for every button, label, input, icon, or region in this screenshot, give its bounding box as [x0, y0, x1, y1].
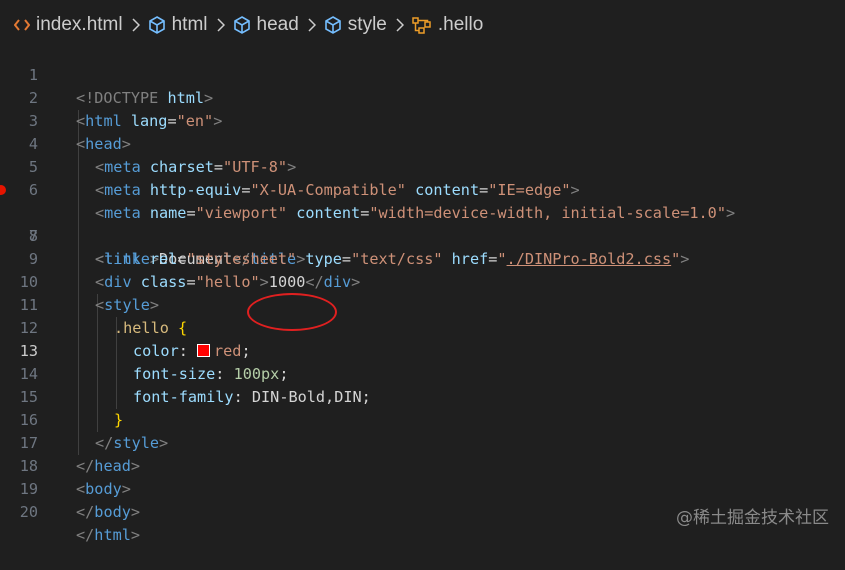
breakpoint-icon[interactable]: [0, 185, 6, 195]
breadcrumb-label: index.html: [36, 14, 123, 35]
code-line[interactable]: 11 .hello {: [0, 271, 845, 337]
code-line-active[interactable]: 13 font-size: 100px;: [0, 317, 845, 383]
code-line[interactable]: 18 <body>: [0, 432, 845, 498]
breadcrumb-label: head: [256, 14, 299, 35]
code-token: >: [130, 526, 141, 544]
code-line[interactable]: 20 </html>: [0, 478, 845, 544]
breadcrumb-item-head[interactable]: head: [233, 14, 299, 36]
code-token: </: [76, 503, 95, 521]
code-line[interactable]: 15 }: [0, 363, 845, 429]
html-file-icon: [14, 18, 30, 32]
code-line[interactable]: 17 </head>: [0, 409, 845, 475]
code-line[interactable]: 8 <link rel="stylesheet" type="text/css"…: [0, 202, 845, 268]
code-line[interactable]: 12 color: red;: [0, 294, 845, 360]
code-line[interactable]: 16 </style>: [0, 386, 845, 452]
element-cube-icon: [233, 16, 251, 34]
breadcrumb-label: html: [171, 14, 208, 35]
line-number: 20: [19, 503, 38, 521]
code-token: </: [76, 526, 95, 544]
code-line[interactable]: 3 <head>: [0, 87, 845, 153]
code-line[interactable]: 9 <div class="hello">1000</div>: [0, 225, 845, 291]
breadcrumb-item-html[interactable]: html: [148, 14, 208, 36]
code-line[interactable]: 2 <html lang="en">: [0, 64, 845, 130]
code-line[interactable]: 6 <meta name="viewport" content="width=d…: [0, 156, 845, 222]
code-line[interactable]: 19 </body>: [0, 455, 845, 521]
code-line[interactable]: 5 <meta http-equiv="X-UA-Compatible" con…: [0, 133, 845, 199]
red-ellipse-annotation: [247, 293, 337, 331]
code-line[interactable]: 10 <style>: [0, 248, 845, 314]
element-cube-icon: [324, 16, 342, 34]
code-token: >: [130, 503, 141, 521]
chevron-right-icon: [308, 18, 316, 32]
code-token: body: [94, 503, 131, 521]
code-line[interactable]: 14 font-family: DIN-Bold,DIN;: [0, 340, 845, 406]
chevron-right-icon: [396, 18, 404, 32]
breadcrumb-label: .hello: [437, 14, 484, 35]
code-token: html: [94, 526, 131, 544]
code-line[interactable]: 4 <meta charset="UTF-8">: [0, 110, 845, 176]
css-selector-icon: [412, 16, 432, 34]
element-cube-icon: [148, 16, 166, 34]
breadcrumb-label: style: [347, 14, 387, 35]
watermark: @稀土掘金技术社区: [676, 508, 829, 528]
chevron-right-icon: [216, 18, 225, 32]
code-line[interactable]: 1 <!DOCTYPE html>: [0, 41, 845, 107]
breadcrumb-item-style[interactable]: style: [324, 14, 387, 36]
code-line[interactable]: 7 <title>Document</title>: [0, 179, 845, 268]
code-editor[interactable]: 1 <!DOCTYPE html> 2 <html lang="en"> 3 <…: [0, 40, 845, 544]
breadcrumb-item-selector[interactable]: .hello: [412, 14, 483, 36]
breadcrumb-item-file[interactable]: index.html: [14, 14, 123, 36]
chevron-right-icon: [132, 18, 140, 32]
